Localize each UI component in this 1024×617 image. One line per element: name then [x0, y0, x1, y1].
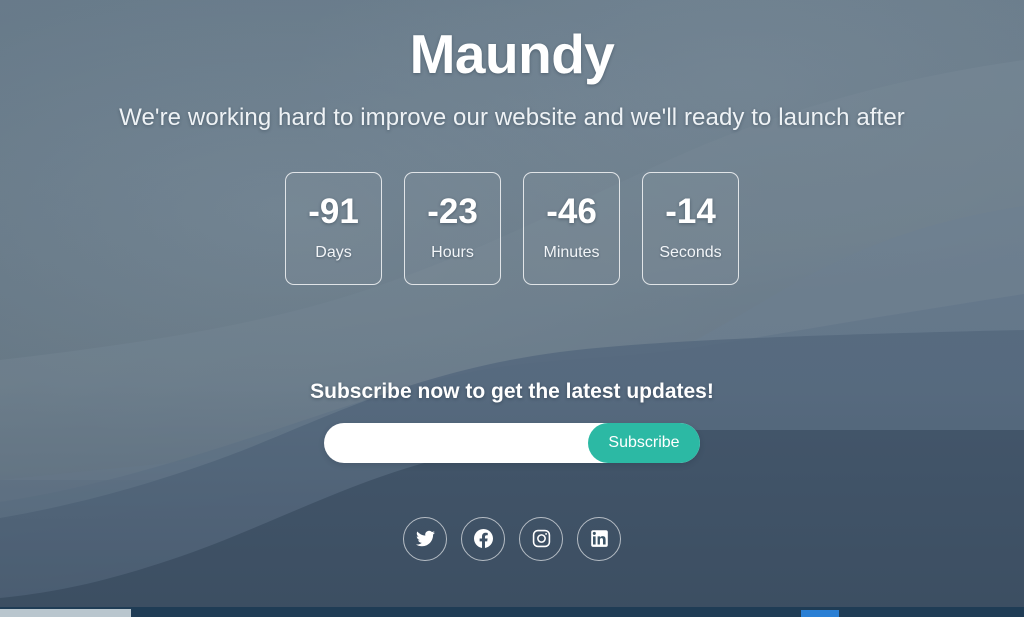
social-link-instagram[interactable] [519, 516, 563, 561]
countdown-hours-value: -23 [427, 192, 478, 231]
social-link-facebook[interactable] [461, 516, 505, 561]
taskbar-active-indicator[interactable] [801, 610, 839, 617]
bottom-chrome-strip [0, 607, 1024, 617]
countdown-minutes-label: Minutes [543, 244, 600, 261]
horizontal-scrollbar-thumb[interactable] [0, 609, 131, 617]
page-tagline: We're working hard to improve our websit… [119, 103, 905, 131]
facebook-icon [473, 529, 493, 548]
subscribe-button[interactable]: Subscribe [588, 422, 700, 463]
countdown-days-value: -91 [308, 192, 359, 231]
page-title: Maundy [409, 23, 615, 85]
coming-soon-page: Maundy We're working hard to improve our… [0, 0, 1024, 617]
subscribe-heading: Subscribe now to get the latest updates! [310, 379, 714, 403]
countdown-unit-hours: -23 Hours [404, 171, 501, 285]
linkedin-icon [590, 529, 609, 548]
countdown-unit-seconds: -14 Seconds [642, 171, 739, 285]
countdown-hours-label: Hours [431, 244, 474, 261]
page-content: Maundy We're working hard to improve our… [0, 24, 1024, 617]
social-link-twitter[interactable] [403, 516, 447, 561]
social-link-linkedin[interactable] [577, 516, 621, 561]
countdown-minutes-value: -46 [546, 192, 597, 231]
countdown-unit-minutes: -46 Minutes [523, 171, 620, 285]
countdown-unit-days: -91 Days [285, 171, 382, 285]
countdown-days-label: Days [315, 244, 352, 261]
countdown-seconds-label: Seconds [659, 244, 722, 261]
social-links [0, 516, 1024, 561]
subscribe-form: Subscribe [324, 422, 700, 463]
twitter-icon [415, 529, 435, 548]
countdown-seconds-value: -14 [665, 192, 716, 231]
instagram-icon [532, 529, 551, 548]
countdown-timer: -91 Days -23 Hours -46 Minutes -14 Secon… [0, 171, 1024, 285]
